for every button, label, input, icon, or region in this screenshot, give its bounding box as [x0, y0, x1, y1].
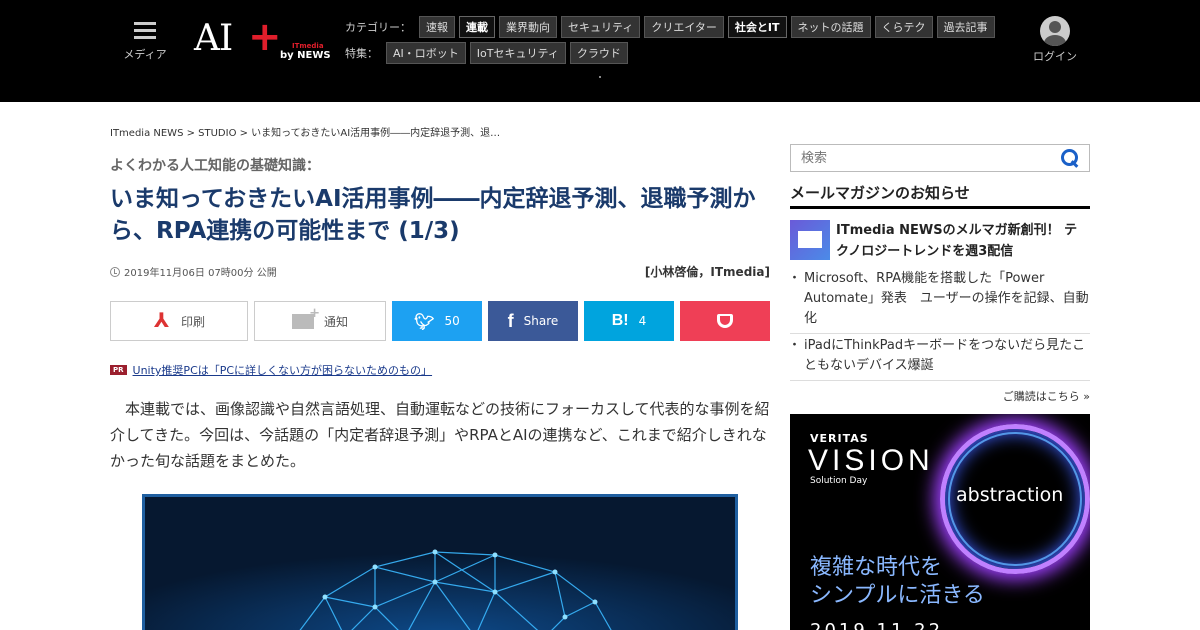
logo-ai: AI — [194, 18, 233, 59]
facebook-label: Share — [523, 314, 559, 328]
notify-label: 通知 — [323, 314, 348, 329]
feature-iot-security[interactable]: IoTセキュリティ — [469, 42, 566, 64]
ad-tagline-2: シンプルに活きる — [810, 583, 985, 608]
envelope-icon — [790, 220, 830, 260]
ad-title: VISION — [808, 444, 934, 477]
author: [小林啓倫，ITmedia] — [644, 265, 770, 279]
header-dot — [599, 76, 601, 78]
neural-brain-graphic — [145, 497, 735, 630]
subscribe-link[interactable]: ご購読はこちら » — [790, 388, 1090, 404]
feature-ai-robot[interactable]: AI・ロボット — [386, 42, 466, 64]
publish-date: 2019年11月06日 07時00分 公開 — [110, 264, 277, 279]
pocket-button[interactable] — [680, 301, 770, 341]
logo-plus: + — [248, 14, 282, 60]
newsletter-item[interactable]: Microsoft、RPA機能を搭載した「Power Automate」発表 ユ… — [788, 269, 1090, 334]
twitter-count: 50 — [444, 314, 460, 328]
ad-tagline-1: 複雑な時代を — [810, 555, 943, 580]
mail-plus-icon — [291, 306, 320, 329]
category-net[interactable]: ネットの話題 — [790, 16, 871, 38]
search-box — [790, 144, 1090, 172]
breadcrumb[interactable]: ITmedia NEWS > STUDIO > いま知っておきたいAI活用事例―… — [110, 124, 500, 139]
newsletter-feature-text: ITmedia NEWSのメルマガ新創刊！ テクノロジートレンドを週3配信 — [836, 223, 1078, 259]
category-rensai[interactable]: 連載 — [459, 16, 495, 38]
feature-nav: 特集： AI・ロボット IoTセキュリティ クラウド — [345, 42, 628, 64]
ad-tagline: 複雑な時代を シンプルに活きる — [810, 554, 985, 610]
category-archive[interactable]: 過去記事 — [936, 16, 995, 38]
hero-image — [142, 494, 738, 630]
ad-subtitle: Solution Day — [810, 476, 868, 486]
site-header: メディア AI + ITmedia by NEWS カテゴリー： 速報 連載 業… — [0, 0, 1200, 102]
category-gyokai[interactable]: 業界動向 — [499, 16, 557, 38]
ad-date: 2019.11.22 — [810, 620, 943, 630]
print-label: 印刷 — [180, 314, 205, 329]
print-button[interactable]: 印刷 — [110, 301, 248, 341]
category-creator[interactable]: クリエイター — [644, 16, 724, 38]
logo-news: by NEWS — [280, 50, 331, 61]
hatena-b-icon: B! — [611, 312, 629, 329]
clock-icon — [110, 266, 120, 277]
category-label: カテゴリー： — [345, 21, 411, 34]
category-security[interactable]: セキュリティ — [561, 16, 641, 38]
login-button[interactable]: ログイン — [1030, 16, 1080, 64]
hatena-count: 4 — [638, 314, 647, 328]
twitter-bird-icon: 🐦︎ — [414, 311, 435, 331]
login-label: ログイン — [1033, 50, 1077, 63]
hatena-bookmark-button[interactable]: B! 4 — [584, 301, 674, 341]
article-lead: 本連載では、画像認識や自然言語処理、自動運転などの技術にフォーカスして代表的な事… — [110, 400, 770, 470]
search-icon[interactable] — [1061, 149, 1079, 167]
facebook-f-icon: f — [507, 310, 514, 331]
pr-link-row: PR Unity推奨PCは「PCに詳しくない方が困らないためのもの」 — [110, 362, 432, 378]
media-menu-button[interactable]: メディア — [118, 20, 172, 62]
notify-button[interactable]: 通知 — [254, 301, 386, 341]
sidebar-ad[interactable]: VERITAS VISION Solution Day abstraction … — [790, 414, 1090, 630]
publish-date-text: 2019年11月06日 07時00分 公開 — [124, 268, 277, 279]
media-menu-label: メディア — [123, 48, 167, 61]
category-sokuho[interactable]: 速報 — [419, 16, 455, 38]
facebook-share-button[interactable]: f Share — [488, 301, 578, 341]
category-kuratech[interactable]: くらテク — [874, 16, 933, 38]
logo-itmedia: ITmedia — [292, 42, 324, 50]
pocket-icon — [717, 314, 733, 328]
hamburger-icon — [134, 22, 156, 40]
ad-ring-text: abstraction — [956, 484, 1064, 506]
category-society-it[interactable]: 社会とIT — [727, 16, 787, 38]
pdf-icon — [153, 308, 171, 332]
newsletter-heading: メールマガジンのお知らせ — [790, 182, 1090, 209]
feature-label: 特集： — [345, 47, 378, 60]
pr-badge: PR — [110, 365, 127, 375]
site-logo[interactable]: AI + ITmedia by NEWS — [194, 14, 334, 62]
newsletter-item[interactable]: iPadにThinkPadキーボードをつないだら見たこともないデバイス爆誕 — [788, 336, 1090, 381]
search-input[interactable] — [791, 145, 1051, 171]
user-icon — [1040, 16, 1070, 46]
twitter-share-button[interactable]: 🐦︎ 50 — [392, 301, 482, 341]
series-title[interactable]: よくわかる人工知能の基礎知識： — [110, 155, 320, 175]
category-nav: カテゴリー： 速報 連載 業界動向 セキュリティ クリエイター 社会とIT ネッ… — [345, 16, 995, 38]
feature-cloud[interactable]: クラウド — [569, 42, 628, 64]
article-title: いま知っておきたいAI活用事例――内定辞退予測、退職予測から、RPA連携の可能性… — [110, 186, 756, 244]
newsletter-feature[interactable]: ITmedia NEWSのメルマガ新創刊！ テクノロジートレンドを週3配信 — [790, 220, 1090, 262]
pr-link[interactable]: Unity推奨PCは「PCに詳しくない方が困らないためのもの」 — [133, 362, 433, 378]
